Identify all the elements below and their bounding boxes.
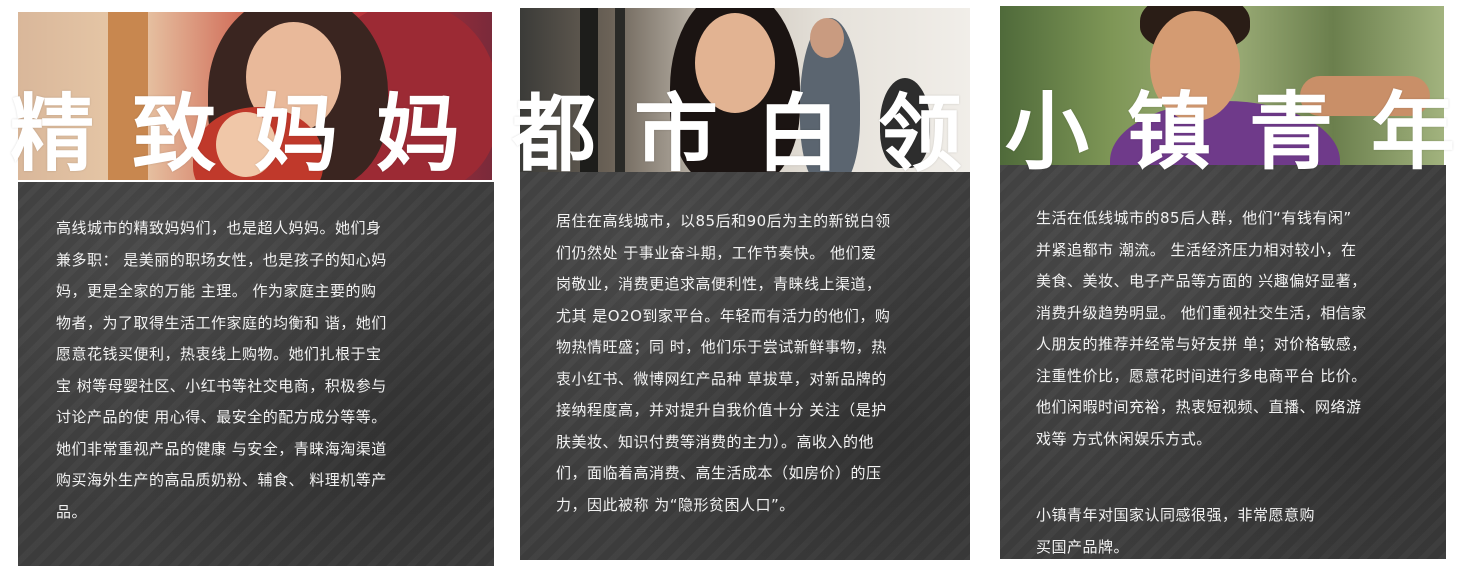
mom-description-box: 高线城市的精致妈妈们，也是超人妈妈。她们身 兼多职： 是美丽的职场女性，也是孩子…: [18, 182, 494, 566]
mom-title: 精致妈妈: [10, 85, 499, 183]
white-collar-description: 居住在高线城市，以85后和90后为主的新锐白领 们仍然处 于事业奋斗期，工作节奏…: [556, 212, 891, 514]
small-town-youth-description-box: 生活在低线城市的85后人群，他们“有钱有闲” 并紧追都市 潮流。 生活经济压力相…: [1000, 165, 1446, 559]
small-town-youth-title: 小镇青年: [1005, 83, 1475, 181]
white-collar-description-box: 居住在高线城市，以85后和90后为主的新锐白领 们仍然处 于事业奋斗期，工作节奏…: [520, 172, 970, 560]
small-town-youth-description-extra: 小镇青年对国家认同感很强，非常愿意购 买国产品牌。: [1036, 506, 1316, 556]
small-town-youth-description: 生活在低线城市的85后人群，他们“有钱有闲” 并紧追都市 潮流。 生活经济压力相…: [1036, 209, 1367, 448]
mom-description: 高线城市的精致妈妈们，也是超人妈妈。她们身 兼多职： 是美丽的职场女性，也是孩子…: [56, 219, 387, 521]
white-collar-title: 都市白领: [512, 85, 1001, 183]
